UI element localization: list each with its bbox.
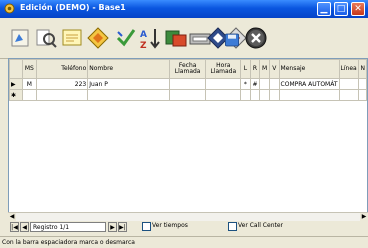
col-m[interactable]: M: [259, 59, 270, 79]
search-tool-icon[interactable]: [34, 26, 58, 50]
new-row-marker[interactable]: ✱: [9, 89, 24, 101]
col-r[interactable]: R: [249, 59, 261, 79]
close-icon: ✕: [354, 4, 362, 14]
cell-r[interactable]: [249, 89, 261, 101]
cell-ms[interactable]: [22, 89, 37, 101]
cell-mensaje[interactable]: COMPRA AUTOMÁT: [278, 78, 340, 90]
toolbar: A Z: [0, 18, 368, 59]
cell-fecha-llamada[interactable]: [168, 89, 207, 101]
app-window: Edición (DEMO) - Base1 ▁ □ ✕ A Z MS Telé…: [0, 0, 368, 247]
col-telefono[interactable]: Teléfono: [35, 59, 89, 79]
ver-call-center-label: Ver Call Center: [238, 222, 284, 229]
horizontal-scrollbar[interactable]: ◀ ▶: [8, 212, 368, 221]
cell-telefono[interactable]: [35, 89, 89, 101]
status-bar: Con la barra espaciadora marca o desmarc…: [0, 236, 368, 247]
cell-r[interactable]: #: [249, 78, 261, 90]
notes-tool-icon[interactable]: [60, 26, 84, 50]
col-v[interactable]: V: [269, 59, 280, 79]
cell-m[interactable]: [259, 89, 270, 101]
cancel-icon[interactable]: [244, 26, 268, 50]
disk-icon[interactable]: [224, 32, 240, 48]
ver-call-center-checkbox[interactable]: [228, 222, 237, 231]
col-linea[interactable]: Línea: [338, 59, 360, 79]
cell-v[interactable]: [269, 89, 280, 101]
cell-v[interactable]: [269, 78, 280, 90]
ver-tiempos-checkbox[interactable]: [142, 222, 151, 231]
col-hora-llamada[interactable]: Hora Llamada: [205, 59, 242, 79]
col-ms[interactable]: MS: [22, 59, 37, 79]
cell-hora-llamada[interactable]: [205, 78, 242, 90]
cell-l[interactable]: [240, 89, 251, 101]
title-bar: Edición (DEMO) - Base1 ▁ □ ✕: [0, 0, 368, 18]
records-table: MS Teléfono Nombre Fecha Llamada Hora Ll…: [9, 59, 367, 101]
current-row-marker[interactable]: ▶: [9, 78, 24, 90]
window-title: Edición (DEMO) - Base1: [20, 3, 126, 12]
sort-az-icon[interactable]: A Z: [138, 26, 162, 50]
cell-ms[interactable]: M: [22, 78, 37, 90]
last-record-button[interactable]: ▶|: [118, 222, 127, 232]
svg-text:Z: Z: [140, 41, 147, 50]
call-tool-icon[interactable]: [8, 26, 32, 50]
cell-telefono[interactable]: 223: [35, 78, 89, 90]
col-fecha-llamada[interactable]: Fecha Llamada: [168, 59, 207, 79]
cell-nombre[interactable]: [87, 89, 170, 101]
svg-text:A: A: [140, 30, 147, 40]
cell-fecha-llamada[interactable]: [168, 78, 207, 90]
ver-tiempos-label: Ver tiempos: [152, 222, 188, 229]
cell-n[interactable]: [358, 78, 367, 90]
next-record-button[interactable]: ▶: [108, 222, 117, 232]
record-position-field[interactable]: Registro 1/1: [30, 222, 106, 232]
cell-mensaje[interactable]: [278, 89, 340, 101]
diamond-tool-icon[interactable]: [86, 26, 110, 50]
scroll-right-icon[interactable]: ▶: [360, 213, 368, 221]
check-tool-icon[interactable]: [114, 26, 138, 50]
col-n[interactable]: N: [358, 59, 367, 79]
cell-nombre[interactable]: Juan P: [87, 78, 170, 90]
close-button[interactable]: ✕: [351, 2, 365, 16]
cell-l[interactable]: *: [240, 78, 251, 90]
cell-linea[interactable]: [338, 89, 360, 101]
table-row[interactable]: ▶ M 223 Juan P * # COMPRA AUTOMÁT: [9, 78, 367, 90]
record-navigator: |◀ ◀ Registro 1/1 ▶ ▶| Ver tiempos Ver C…: [8, 221, 368, 233]
cell-hora-llamada[interactable]: [205, 89, 242, 101]
prev-record-button[interactable]: ◀: [20, 222, 29, 232]
records-grid[interactable]: MS Teléfono Nombre Fecha Llamada Hora Ll…: [8, 58, 368, 220]
cell-m[interactable]: [259, 78, 270, 90]
minimize-icon: ▁: [320, 4, 328, 14]
maximize-button[interactable]: □: [334, 2, 348, 16]
import-icon[interactable]: [164, 26, 188, 50]
table-row[interactable]: ✱: [9, 89, 367, 101]
cell-linea[interactable]: [338, 78, 360, 90]
col-nombre[interactable]: Nombre: [87, 59, 170, 79]
first-record-button[interactable]: |◀: [10, 222, 19, 232]
cell-n[interactable]: [358, 89, 367, 101]
maximize-icon: □: [336, 4, 346, 14]
app-icon: [4, 3, 15, 14]
col-l[interactable]: L: [240, 59, 251, 79]
col-mensaje[interactable]: Mensaje: [278, 59, 340, 79]
row-selector-header: [9, 59, 24, 79]
scroll-left-icon[interactable]: ◀: [8, 213, 16, 221]
minimize-button[interactable]: ▁: [317, 2, 331, 16]
